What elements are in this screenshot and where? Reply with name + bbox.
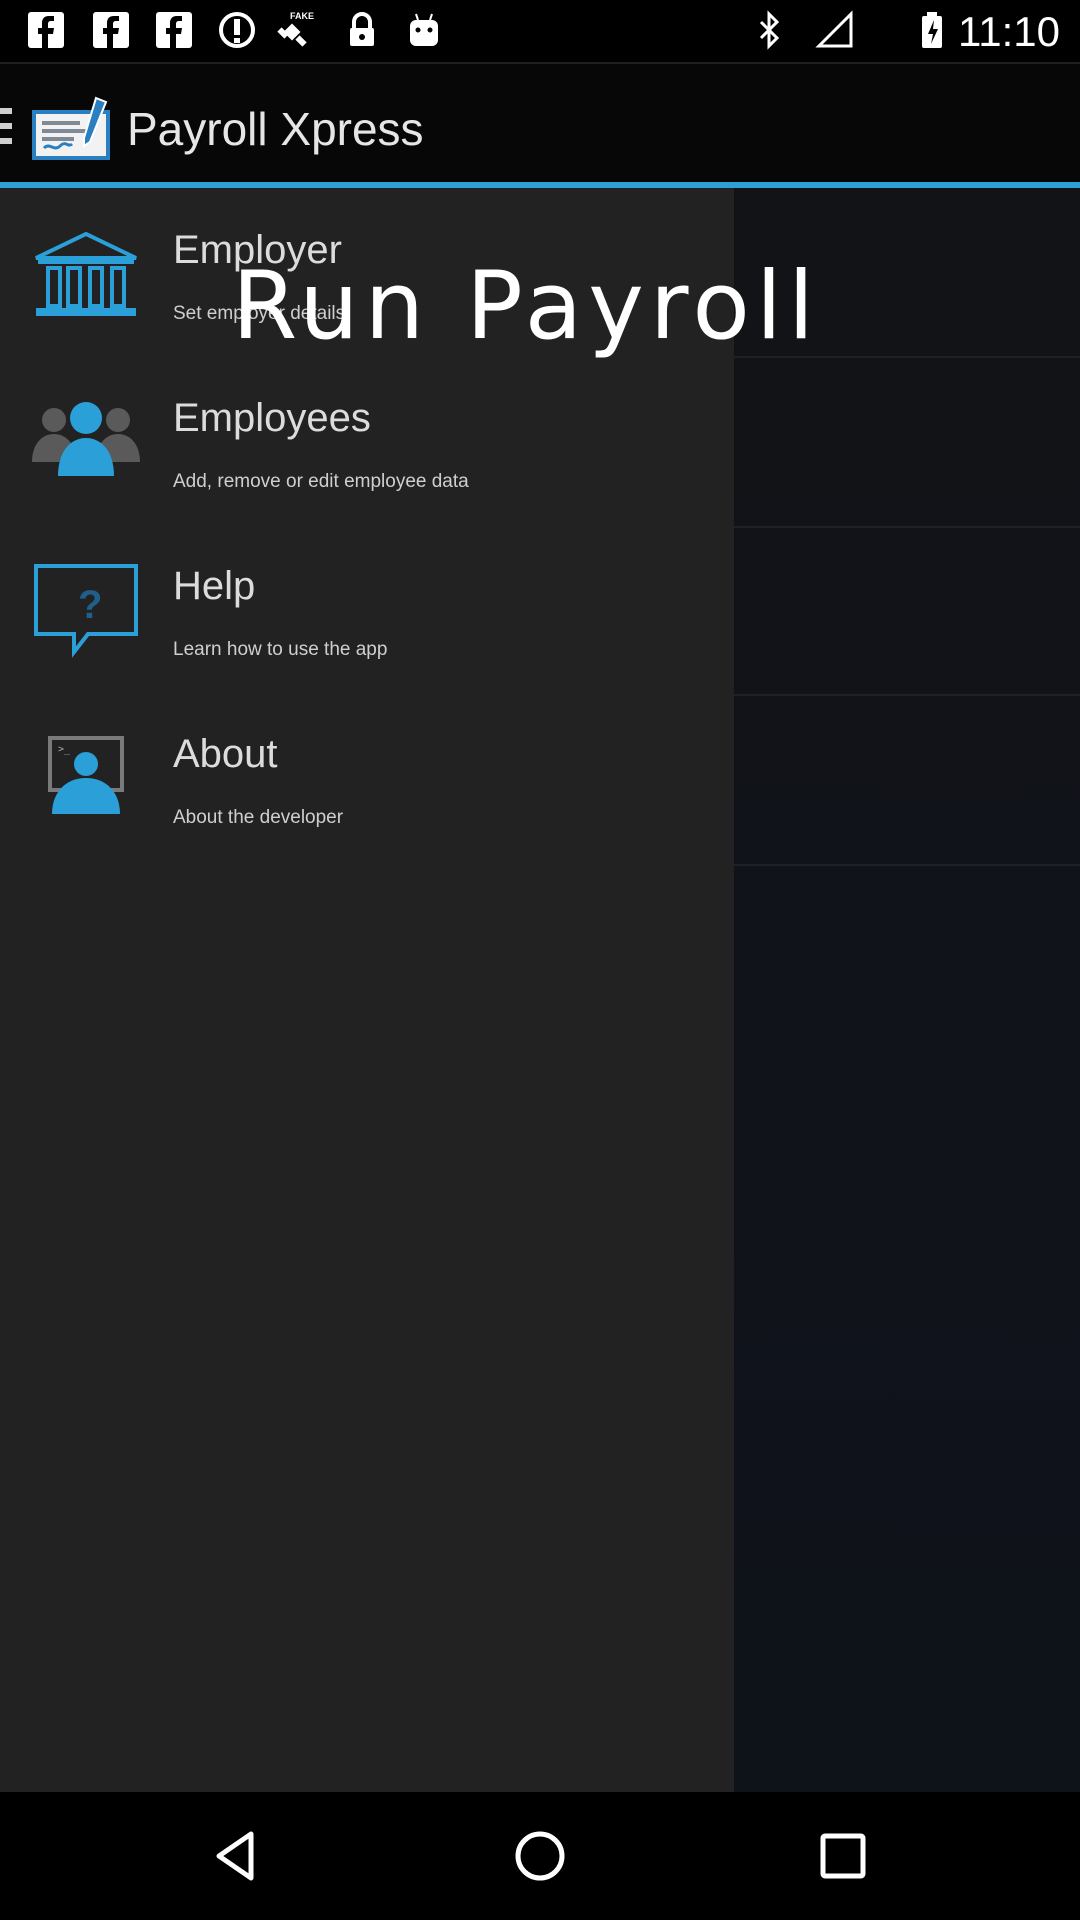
status-bar: FAKE 11:10 [0,0,1080,64]
navigation-drawer: Employer Set employer details Employees … [0,188,734,1792]
bank-building-icon [35,231,137,316]
run-payroll-overlay-text: Run Payroll [232,252,821,361]
drawer-item-employees[interactable]: Employees Add, remove or edit employee d… [0,356,734,524]
alert-circle-icon [219,12,255,48]
payroll-check-logo-icon[interactable] [30,94,116,164]
svg-text:FAKE: FAKE [290,11,314,21]
svg-text:?: ? [78,583,102,627]
hamburger-menu-icon[interactable] [0,108,12,144]
app-title: Payroll Xpress [127,103,424,155]
help-question-bubble-icon: ? [34,564,138,658]
row-divider [734,694,1080,696]
drawer-item-subtitle: Add, remove or edit employee data [173,471,469,492]
drawer-item-title: Help [173,564,256,608]
recents-icon[interactable] [813,1826,873,1886]
home-icon[interactable] [510,1826,570,1886]
fake-gps-satellite-icon: FAKE [277,11,314,47]
back-icon[interactable] [207,1826,267,1886]
drawer-item-title: About [173,732,278,776]
status-time: 11:10 [958,8,1060,55]
developer-monitor-icon: >_ [48,736,124,814]
facebook-icon [93,12,129,48]
drawer-item-title: Employees [173,396,371,440]
no-signal-icon [815,10,853,48]
action-bar: Payroll Xpress [0,64,1080,184]
facebook-icon [28,12,64,48]
drawer-item-subtitle: Learn how to use the app [173,639,388,660]
bluetooth-icon [759,10,780,50]
drawer-item-subtitle: About the developer [173,807,344,828]
facebook-icon [156,12,192,48]
battery-icon [922,12,942,48]
android-icon [410,13,438,46]
row-divider [734,864,1080,866]
row-divider [734,526,1080,528]
drawer-item-about[interactable]: >_ About About the developer [0,692,734,860]
people-group-icon [32,402,140,476]
svg-text:>_: >_ [58,744,71,755]
lock-icon [350,12,374,46]
system-nav-bar [0,1792,1080,1920]
drawer-item-help[interactable]: ? Help Learn how to use the app [0,524,734,692]
